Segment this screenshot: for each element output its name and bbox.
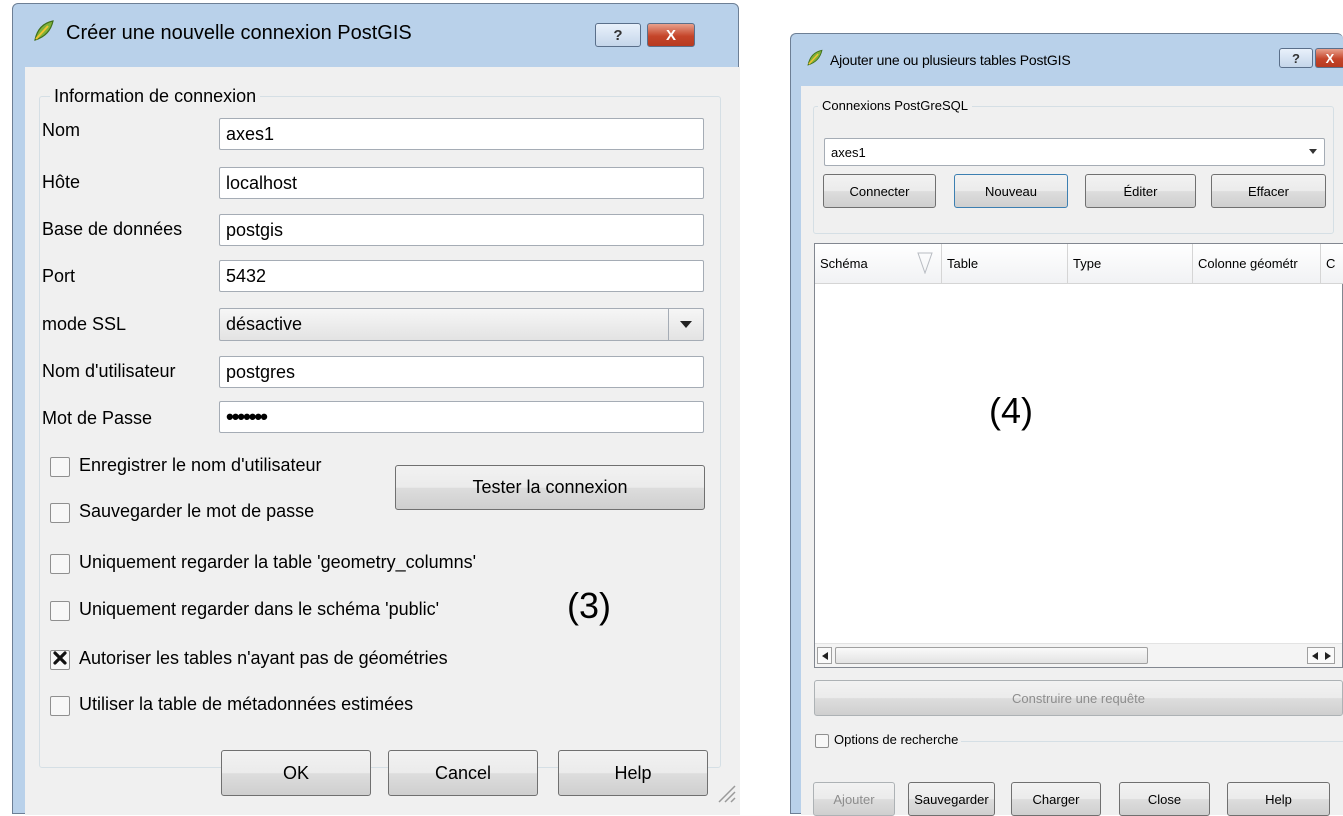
save-username-label: Enregistrer le nom d'utilisateur (79, 455, 322, 475)
geometry-columns-only-label: Uniquement regarder la table 'geometry_c… (79, 552, 477, 572)
title-bar[interactable]: Ajouter une ou plusieurs tables PostGIS (791, 34, 1343, 86)
save-password-checkbox[interactable] (50, 503, 70, 523)
save-username-checkbox[interactable] (50, 457, 70, 477)
scroll-left-icon[interactable] (817, 647, 832, 664)
new-button[interactable]: Nouveau (954, 174, 1068, 208)
port-input[interactable]: 5432 (219, 260, 704, 292)
scroll-right-icon[interactable] (1307, 647, 1335, 664)
column-header-geometry-column[interactable]: Colonne géométr (1193, 244, 1321, 284)
annotation-label: (3) (567, 585, 611, 626)
add-button[interactable]: Ajouter (813, 782, 895, 816)
horizontal-scrollbar[interactable] (815, 643, 1342, 667)
close-icon[interactable]: X (647, 23, 695, 47)
public-schema-only-label: Uniquement regarder dans le schéma 'publ… (79, 599, 440, 619)
dialog-title: Ajouter une ou plusieurs tables PostGIS (830, 52, 1071, 68)
name-label: Nom (42, 120, 81, 140)
estimated-metadata-checkbox[interactable] (50, 696, 70, 716)
save-password-label: Sauvegarder le mot de passe (79, 501, 315, 521)
build-query-button[interactable]: Construire une requête (814, 680, 1343, 716)
search-options-checkbox[interactable] (815, 734, 829, 748)
close-icon[interactable]: X (1315, 48, 1343, 68)
geometry-columns-only-checkbox[interactable] (50, 554, 70, 574)
database-input[interactable]: postgis (219, 214, 704, 246)
ssl-mode-select[interactable]: désactive (219, 308, 704, 341)
test-connection-button[interactable]: Tester la connexion (395, 465, 705, 510)
group-title: Information de connexion (50, 86, 261, 107)
edit-button[interactable]: Éditer (1085, 174, 1196, 208)
dialog-body: Information de connexion Nom axes1 Hôte … (25, 67, 740, 815)
help-icon[interactable]: ? (1279, 48, 1313, 68)
resize-grip-icon[interactable] (715, 782, 737, 809)
check-mark-icon (53, 650, 67, 670)
allow-no-geometry-checkbox[interactable] (50, 650, 70, 670)
chevron-down-icon[interactable] (1302, 139, 1324, 165)
delete-button[interactable]: Effacer (1211, 174, 1326, 208)
port-label: Port (42, 266, 76, 286)
new-postgis-connection-dialog: Créer une nouvelle connexion PostGIS ? X… (12, 3, 740, 815)
password-input[interactable]: ••••••• (219, 401, 704, 433)
scroll-thumb[interactable] (835, 647, 1148, 664)
password-label: Mot de Passe (42, 408, 153, 428)
public-schema-only-checkbox[interactable] (50, 601, 70, 621)
column-header-type[interactable]: Type (1068, 244, 1193, 284)
qgis-logo-icon (31, 18, 57, 49)
ssl-mode-label: mode SSL (42, 314, 127, 334)
column-header-more[interactable]: C (1321, 244, 1343, 284)
name-input[interactable]: axes1 (219, 118, 704, 150)
sort-icon (917, 252, 933, 277)
column-header-table[interactable]: Table (942, 244, 1068, 284)
divider (961, 741, 1343, 742)
connection-value: axes1 (831, 144, 866, 160)
allow-no-geometry-label: Autoriser les tables n'ayant pas de géom… (79, 648, 448, 668)
save-button[interactable]: Sauvegarder (908, 782, 995, 816)
close-button[interactable]: Close (1119, 782, 1210, 816)
help-button[interactable]: Help (558, 750, 708, 796)
ok-button[interactable]: OK (221, 750, 371, 796)
column-header-schema[interactable]: Schéma (815, 244, 942, 284)
help-button[interactable]: Help (1227, 782, 1330, 816)
tables-list[interactable]: Schéma Table Type Colonne géométr C (4) (814, 243, 1343, 668)
dialog-title: Créer une nouvelle connexion PostGIS (66, 21, 412, 44)
host-label: Hôte (42, 172, 81, 192)
load-button[interactable]: Charger (1011, 782, 1101, 816)
help-icon[interactable]: ? (595, 23, 641, 47)
connection-select[interactable]: axes1 (824, 138, 1325, 166)
database-label: Base de données (42, 219, 183, 239)
username-label: Nom d'utilisateur (42, 361, 176, 381)
estimated-metadata-label: Utiliser la table de métadonnées estimée… (79, 694, 414, 714)
group-title: Connexions PostGreSQL (818, 98, 972, 113)
ssl-mode-value: désactive (226, 314, 303, 334)
connections-group: Connexions PostGreSQL (813, 98, 1334, 234)
chevron-down-icon[interactable] (668, 309, 703, 340)
search-options-label: Options de recherche (834, 732, 959, 747)
annotation-label: (4) (989, 390, 1033, 431)
cancel-button[interactable]: Cancel (388, 750, 538, 796)
connect-button[interactable]: Connecter (823, 174, 936, 208)
username-input[interactable]: postgres (219, 356, 704, 388)
qgis-logo-icon (805, 48, 825, 73)
add-postgis-tables-dialog: Ajouter une ou plusieurs tables PostGIS … (790, 33, 1343, 816)
dialog-body: Connexions PostGreSQL axes1 Connecter No… (801, 86, 1343, 816)
host-input[interactable]: localhost (219, 167, 704, 199)
